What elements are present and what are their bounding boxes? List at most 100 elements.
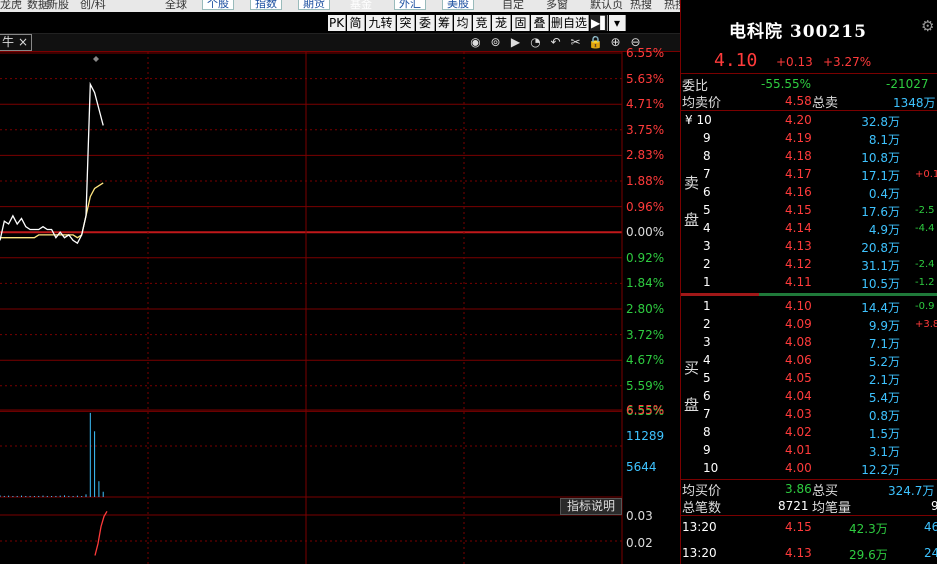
chart-tab-row: 牛 × ◉ ⊚ ▶ ◔ ↶ ✂ 🔒 ⊕ ⊖: [0, 34, 680, 52]
order-price: 4.11: [785, 275, 812, 289]
buy-order-row[interactable]: 3 4.08 7.1万: [681, 333, 937, 351]
zoom-in-icon[interactable]: ⊕: [608, 35, 623, 50]
toolbar-button[interactable]: 叠: [531, 15, 549, 31]
top-menu-bar: 龙虎 数据 新股 创/科 全球 个股 指数 期货 基金 外汇 美股 自定 多窗 默认页 热搜 热搜: [0, 0, 690, 12]
scissors-icon[interactable]: ✂: [568, 35, 583, 50]
level-label: 2: [703, 317, 711, 331]
toolbar-button[interactable]: 均: [454, 15, 472, 31]
undo-icon[interactable]: ↶: [548, 35, 563, 50]
percent-axis-label: 4.67%: [626, 353, 665, 368]
divider-bar-buy: [759, 293, 937, 296]
order-change: +3.8: [915, 319, 937, 330]
buy-order-row[interactable]: 6 4.04 5.4万: [681, 387, 937, 405]
lock-circle-icon[interactable]: ⊚: [488, 35, 503, 50]
sell-order-row[interactable]: 5 4.15 17.6万 -2.5: [681, 201, 937, 219]
menu-item[interactable]: 自定: [502, 0, 524, 12]
indicator-help-button[interactable]: 指标说明: [560, 498, 622, 515]
order-price: 4.16: [785, 185, 812, 199]
menu-item[interactable]: 多窗: [546, 0, 568, 12]
buy-order-row[interactable]: 5 4.05 2.1万: [681, 369, 937, 387]
intraday-chart[interactable]: 6.55% 5.63% 4.71% 3.75% 2.83% 1.88% 0.96% 0.00%…: [0, 46, 680, 564]
order-qty: 14.4万: [861, 301, 900, 315]
order-qty: 12.2万: [861, 463, 900, 477]
menu-item[interactable]: 全球: [165, 0, 187, 12]
order-price: 4.04: [785, 389, 812, 403]
chart-toolbar: PK 简九转突委筹均竞茏固叠删自选 ▶▌ ▾: [0, 12, 680, 34]
sell-order-row[interactable]: 7 4.17 17.1万 +0.1: [681, 165, 937, 183]
order-change: +0.1: [915, 169, 937, 180]
intraday-chart-svg: [0, 52, 623, 564]
menu-item[interactable]: 创/科: [80, 0, 106, 12]
chart-tab[interactable]: 牛 ×: [0, 34, 32, 51]
menu-item[interactable]: 新股: [47, 0, 69, 12]
toolbar-button[interactable]: 简: [347, 15, 365, 31]
menu-item[interactable]: 默认页: [590, 0, 623, 12]
order-qty: 3.1万: [868, 445, 900, 459]
menu-item[interactable]: 热搜: [630, 0, 652, 12]
percent-axis-label: 5.63%: [626, 71, 665, 86]
buy-order-row[interactable]: 1 4.10 14.4万 -0.9: [681, 297, 937, 315]
eye-alt-icon[interactable]: ◔: [528, 35, 543, 50]
level-label: 10: [703, 461, 719, 475]
menu-item[interactable]: 美股: [442, 0, 474, 10]
order-qty: 17.6万: [861, 205, 900, 219]
menu-item[interactable]: 期货: [298, 0, 330, 10]
menu-item[interactable]: 数据: [27, 0, 49, 12]
lock-icon[interactable]: 🔒: [588, 35, 603, 50]
order-qty: 31.1万: [861, 259, 900, 273]
sell-order-row[interactable]: 4 4.14 4.9万 -4.4: [681, 219, 937, 237]
sell-order-row[interactable]: 6 4.16 0.4万: [681, 183, 937, 201]
sell-order-row[interactable]: 1 4.11 10.5万 -1.2: [681, 273, 937, 291]
toolbar-button[interactable]: 竞: [473, 15, 491, 31]
buy-order-row[interactable]: 4 4.06 5.2万: [681, 351, 937, 369]
play-icon[interactable]: ▶: [508, 35, 523, 50]
total-trades-value: 8721: [778, 499, 809, 513]
buy-order-row[interactable]: 8 4.02 1.5万: [681, 423, 937, 441]
sell-order-row[interactable]: 3 4.13 20.8万: [681, 237, 937, 255]
percent-axis-label: 1.84%: [626, 276, 665, 291]
toolbar-button[interactable]: 筹: [436, 15, 453, 31]
sell-order-row[interactable]: ¥ 10 4.20 32.8万: [681, 111, 937, 129]
toolbar-button[interactable]: ▶▌: [590, 15, 609, 31]
close-icon[interactable]: ×: [18, 35, 28, 50]
sell-order-row[interactable]: 8 4.18 10.8万: [681, 147, 937, 165]
toolbar-button[interactable]: 突: [397, 15, 415, 31]
menu-item[interactable]: 龙虎: [0, 0, 22, 12]
buy-order-row[interactable]: 7 4.03 0.8万: [681, 405, 937, 423]
order-qty: 0.4万: [868, 187, 900, 201]
menu-item[interactable]: 指数: [250, 0, 282, 10]
order-change: -2.4: [915, 259, 935, 270]
order-qty: 32.8万: [861, 115, 900, 129]
menu-item[interactable]: 外汇: [394, 0, 426, 10]
order-qty: 20.8万: [861, 241, 900, 255]
toolbar-button[interactable]: 九转: [366, 15, 396, 31]
toolbar-button[interactable]: 委: [416, 15, 435, 31]
eye-icon[interactable]: ◉: [468, 35, 483, 50]
order-price: 4.15: [785, 203, 812, 217]
buy-order-row[interactable]: 2 4.09 9.9万 +3.8: [681, 315, 937, 333]
sell-order-row[interactable]: 2 4.12 31.1万 -2.4: [681, 255, 937, 273]
order-qty: 8.1万: [868, 133, 900, 147]
toolbar-button[interactable]: ▾: [609, 15, 626, 31]
buy-order-row[interactable]: 10 4.00 12.2万: [681, 459, 937, 477]
stock-title: 电科院 300215: [729, 17, 867, 42]
quote-panel: 电科院 300215 ⚙ 4.10 +0.13 +3.27% 委比 -55.55…: [680, 0, 937, 564]
level-label: 8: [703, 425, 711, 439]
tick-count: 46: [924, 520, 937, 534]
toolbar-button[interactable]: 茏: [492, 15, 511, 31]
avg-trade-value: 9: [931, 499, 937, 513]
toolbar-button[interactable]: 删自选: [550, 15, 589, 31]
menu-item[interactable]: 个股: [202, 0, 234, 10]
level-label: ¥ 10: [685, 113, 712, 127]
order-qty: 17.1万: [861, 169, 900, 183]
sell-order-row[interactable]: 9 4.19 8.1万: [681, 129, 937, 147]
order-price: 4.01: [785, 443, 812, 457]
macd-axis-label: 0.02: [626, 536, 653, 550]
percent-axis-label: 5.59%: [626, 378, 665, 393]
percent-axis-label: 6.55%: [626, 46, 665, 60]
toolbar-button[interactable]: 固: [512, 15, 530, 31]
order-change: -2.5: [915, 205, 935, 216]
buy-order-row[interactable]: 9 4.01 3.1万: [681, 441, 937, 459]
gear-icon[interactable]: ⚙: [921, 17, 934, 35]
toolbar-button[interactable]: PK: [328, 15, 346, 31]
